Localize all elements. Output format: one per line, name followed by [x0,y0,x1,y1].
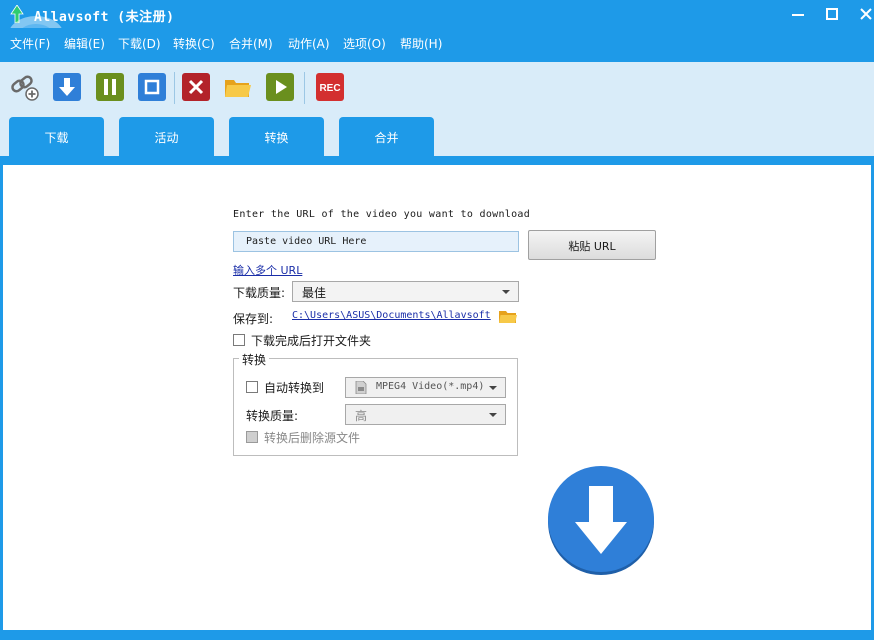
menu-options[interactable]: 选项(O) [343,35,386,52]
stop-icon [138,73,166,101]
tab-label: 转换 [264,131,289,145]
paste-url-button[interactable]: 粘贴 URL [528,230,656,260]
record-button[interactable]: REC [315,72,345,102]
menu-edit[interactable]: 编辑(E) [64,35,105,52]
tab-label: 合并 [374,131,399,145]
close-icon [860,8,872,20]
open-folder-button[interactable] [223,72,253,102]
convert-format-value: MPEG4 Video(*.mp4) [376,381,485,392]
maximize-icon [826,8,838,20]
chevron-down-icon [489,413,497,417]
download-quality-select[interactable]: 最佳 [292,281,519,302]
menu-bar: 文件(F) 编辑(E) 下载(D) 转换(C) 合并(M) 动作(A) 选项(O… [0,28,874,58]
video-file-icon [355,381,367,394]
browse-folder-icon[interactable] [499,309,517,324]
title-bar: Allavsoft (未注册) [0,0,874,28]
download-quality-label: 下载质量: [233,286,286,300]
close-button[interactable] [848,0,874,28]
convert-group-title: 转换 [239,351,270,368]
toolbar-separator [174,72,175,104]
save-path-link[interactable]: C:\Users\ASUS\Documents\Allavsoft [292,310,491,321]
tab-active[interactable]: 活动 [119,117,214,156]
chevron-down-icon [502,290,510,294]
delete-button[interactable] [181,72,211,102]
minimize-button[interactable] [780,0,816,28]
tab-convert[interactable]: 转换 [229,117,324,156]
chevron-down-icon [489,386,497,390]
open-folder-label: 下载完成后打开文件夹 [251,334,372,348]
convert-quality-label: 转换质量: [246,409,299,423]
menu-file[interactable]: 文件(F) [10,35,50,52]
rec-icon: REC [316,73,344,101]
delete-icon [182,73,210,101]
url-input[interactable]: Paste video URL Here [233,231,519,252]
app-logo-icon [10,5,24,23]
add-url-button[interactable] [10,72,40,102]
download-quality-value: 最佳 [302,286,327,300]
toolbar: REC [0,58,874,112]
menu-action[interactable]: 动作(A) [288,35,330,52]
window-title: Allavsoft (未注册) [34,10,175,25]
tab-underline [0,156,874,165]
menu-convert[interactable]: 转换(C) [173,35,215,52]
toolbar-separator [304,72,305,104]
add-url-icon [11,75,39,101]
open-folder-checkbox[interactable] [233,334,245,346]
auto-convert-checkbox[interactable] [246,381,258,393]
play-icon [266,73,294,101]
auto-convert-label: 自动转换到 [264,381,325,395]
url-prompt: Enter the URL of the video you want to d… [233,209,531,220]
play-button[interactable] [265,72,295,102]
download-icon [53,73,81,101]
download-button[interactable] [52,72,82,102]
menu-download[interactable]: 下载(D) [118,35,161,52]
tab-download[interactable]: 下载 [9,117,104,156]
pause-icon [96,73,124,101]
maximize-button[interactable] [814,0,850,28]
convert-format-select[interactable]: MPEG4 Video(*.mp4) [345,377,506,398]
rec-label: REC [319,83,340,94]
delete-source-checkbox [246,431,258,443]
minimize-icon [792,14,804,16]
start-download-button[interactable] [545,464,657,576]
stop-button[interactable] [137,72,167,102]
menu-help[interactable]: 帮助(H) [400,35,442,52]
save-to-label: 保存到: [233,312,274,326]
pause-button[interactable] [95,72,125,102]
tab-merge[interactable]: 合并 [339,117,434,156]
delete-source-label: 转换后删除源文件 [264,431,361,445]
convert-quality-select[interactable]: 高 [345,404,506,425]
tab-label: 活动 [154,131,179,145]
tab-label: 下载 [44,131,69,145]
open-folder-icon [225,80,251,97]
menu-merge[interactable]: 合并(M) [229,35,273,52]
bottom-border [0,630,874,640]
multiple-url-link[interactable]: 输入多个 URL [233,262,302,278]
convert-quality-value: 高 [355,409,368,423]
